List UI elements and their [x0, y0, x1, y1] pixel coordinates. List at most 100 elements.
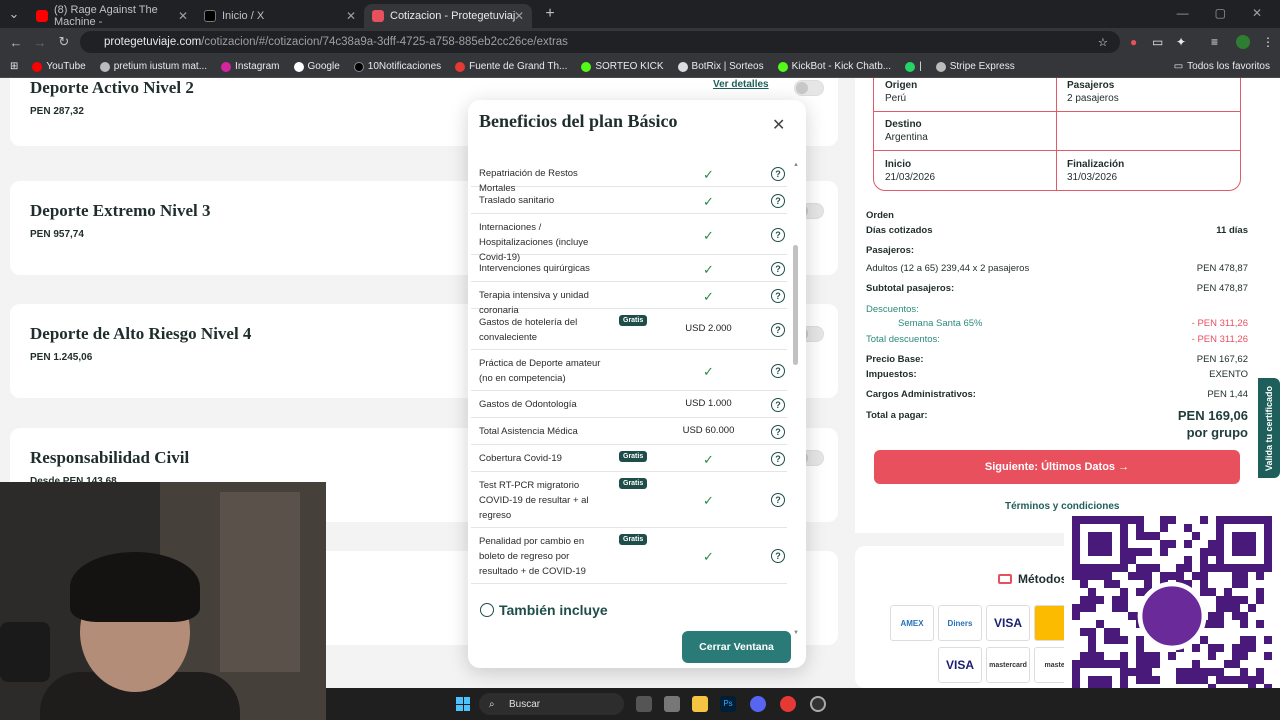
benefit-label: Test RT-PCR migratorio COVID-19 de resul… — [479, 479, 589, 521]
tab-youtube[interactable]: (8) Rage Against The Machine - ✕ — [28, 4, 196, 28]
extension-icon[interactable]: ● — [1130, 35, 1137, 49]
bookmark-google[interactable]: Google — [293, 61, 340, 72]
gratis-badge: Gratis — [619, 451, 648, 462]
tab-cotizacion[interactable]: Cotizacion - Protegetuviaje.com ✕ — [364, 4, 532, 28]
tab-x[interactable]: Inicio / X ✕ — [196, 4, 364, 28]
bookmark-kickbot[interactable]: KickBot - Kick Chatb... — [777, 61, 891, 72]
cerrar-ventana-button[interactable]: Cerrar Ventana — [682, 631, 791, 663]
forward-icon[interactable]: → — [28, 35, 52, 50]
task-view-icon[interactable] — [636, 696, 652, 712]
help-icon[interactable]: ? — [771, 322, 785, 337]
address-bar: ← → ↻ protegetuviaje.com/cotizacion/#/co… — [0, 28, 1280, 56]
benefit-label: Traslado sanitario — [479, 195, 555, 206]
help-icon[interactable]: ? — [771, 493, 785, 507]
close-icon[interactable]: ✕ — [346, 9, 356, 23]
pasajeros: Pasajeros 2 pasajeros — [1067, 80, 1119, 104]
payment-title: Métodos — [998, 572, 1067, 586]
reload-icon[interactable]: ↻ — [52, 34, 76, 50]
back-icon[interactable]: ← — [4, 35, 28, 50]
maximize-icon[interactable]: ▢ — [1215, 6, 1226, 20]
close-icon[interactable]: ✕ — [772, 115, 785, 135]
font-icon — [455, 61, 466, 72]
check-icon: ✓ — [703, 363, 714, 379]
bookmark-sorteo-kick[interactable]: SORTEO KICK — [581, 61, 664, 72]
puzzle-icon[interactable]: ✦ — [1176, 35, 1186, 49]
files-icon[interactable] — [692, 696, 708, 712]
inicio: Inicio 21/03/2026 — [885, 159, 936, 183]
star-icon[interactable]: ☆ — [1098, 35, 1108, 49]
x-logo-icon — [353, 61, 364, 72]
plan-toggle[interactable] — [794, 80, 824, 96]
url-host: protegetuviaje.com — [104, 36, 202, 48]
url-field[interactable]: protegetuviaje.com/cotizacion/#/cotizaci… — [80, 31, 1120, 53]
bookmark-whatsapp[interactable]: | — [905, 61, 922, 72]
all-bookmarks[interactable]: ▭ Todos los favoritos — [1174, 61, 1270, 72]
youtube-icon — [32, 61, 43, 72]
benefit-row: Internaciones / Hospitalizaciones (inclu… — [471, 214, 787, 263]
close-icon[interactable]: ✕ — [514, 9, 524, 23]
bookmark-instagram[interactable]: Instagram — [221, 61, 280, 72]
help-icon[interactable]: ? — [771, 261, 785, 276]
check-icon: ✓ — [703, 288, 714, 304]
windows-start-icon[interactable] — [456, 697, 470, 711]
bookmark-youtube[interactable]: YouTube — [32, 61, 86, 72]
benefits-list: Repatriación de Restos Mortales ✓? Traslad… — [471, 160, 789, 630]
order-summary: Origen Perú Pasajeros 2 pasajeros Destino A… — [855, 78, 1280, 533]
bookmark-10notificaciones[interactable]: 10Notificaciones — [353, 61, 441, 72]
apps-icon[interactable]: ⊞ — [10, 61, 18, 72]
destino: Destino Argentina — [885, 119, 928, 143]
profile-avatar[interactable] — [1236, 35, 1250, 49]
window-close-icon[interactable]: ✕ — [1252, 6, 1262, 20]
check-icon: ✓ — [703, 227, 714, 243]
explorer-icon[interactable] — [664, 696, 680, 712]
help-icon[interactable]: ? — [771, 193, 785, 208]
total-amount: PEN 169,06 — [1177, 408, 1248, 423]
benefit-row: Práctica de Deporte amateur (no en compe… — [471, 350, 787, 391]
menu-icon[interactable]: ⋮ — [1262, 35, 1274, 49]
extension-icon[interactable]: ▭ — [1152, 35, 1163, 49]
obs-icon[interactable] — [810, 696, 826, 712]
bookmark-fuente[interactable]: Fuente de Grand Th... — [455, 61, 567, 72]
benefit-row: Terapia intensiva y unidad coronaria ✓? — [471, 282, 787, 316]
close-icon[interactable]: ✕ — [178, 9, 188, 23]
visa-debit-logo: VISA — [938, 647, 982, 683]
impuestos-row: Impuestos: EXENTO — [866, 369, 1248, 380]
playlist-icon[interactable]: ≡ — [1211, 35, 1218, 49]
bookmark-botrix[interactable]: BotRix | Sorteos — [677, 61, 764, 72]
whatsapp-icon — [905, 61, 916, 72]
new-tab-icon[interactable]: + — [538, 5, 562, 23]
benefit-row: Intervenciones quirúrgicas ✓? — [471, 255, 787, 282]
tab-search-icon[interactable]: ⌄ — [0, 6, 28, 22]
bookmark-stripe[interactable]: Stripe Express — [935, 61, 1015, 72]
precio-base-row: Precio Base: PEN 167,62 — [866, 354, 1248, 365]
benefit-row: Total Asistencia Médica USD 60.000? — [471, 418, 787, 445]
ver-detalles-link[interactable]: Ver detalles — [713, 79, 769, 90]
help-icon[interactable]: ? — [771, 288, 785, 303]
help-icon[interactable]: ? — [771, 397, 785, 412]
pasajeros-heading: Pasajeros: — [866, 245, 915, 256]
benefit-label: Práctica de Deporte amateur (no en compe… — [479, 357, 601, 384]
help-icon[interactable]: ? — [771, 363, 785, 378]
valida-certificado-tab[interactable]: Valida tu certificado — [1258, 378, 1280, 478]
modal-scrollbar[interactable]: ▲ ▼ — [793, 162, 799, 636]
siguiente-button[interactable]: Siguiente: Últimos Datos → — [874, 450, 1240, 484]
help-icon[interactable]: ? — [771, 227, 785, 242]
help-icon[interactable]: ? — [771, 451, 785, 466]
minimize-icon[interactable]: — — [1177, 6, 1189, 20]
bookmark-pretium[interactable]: pretium iustum mat... — [99, 61, 207, 72]
photoshop-icon[interactable]: Ps — [720, 696, 736, 712]
por-grupo: por grupo — [1186, 425, 1248, 440]
instagram-icon — [221, 61, 232, 72]
browser-tab-bar: ⌄ (8) Rage Against The Machine - ✕ Inici… — [0, 0, 1280, 28]
site-favicon-icon — [372, 10, 384, 22]
benefits-modal: Beneficios del plan Básico ✕ Repatriació… — [468, 100, 806, 668]
gratis-badge: Gratis — [619, 478, 648, 489]
windows-taskbar: ⌕ Buscar Ps — [326, 688, 1280, 720]
help-icon[interactable]: ? — [771, 166, 785, 181]
chrome-icon[interactable] — [780, 696, 796, 712]
dias-row: Días cotizados 11 días — [866, 225, 1248, 236]
discord-icon[interactable] — [750, 696, 766, 712]
taskbar-search[interactable]: ⌕ Buscar — [479, 693, 624, 715]
help-icon[interactable]: ? — [771, 424, 785, 439]
help-icon[interactable]: ? — [771, 549, 785, 563]
